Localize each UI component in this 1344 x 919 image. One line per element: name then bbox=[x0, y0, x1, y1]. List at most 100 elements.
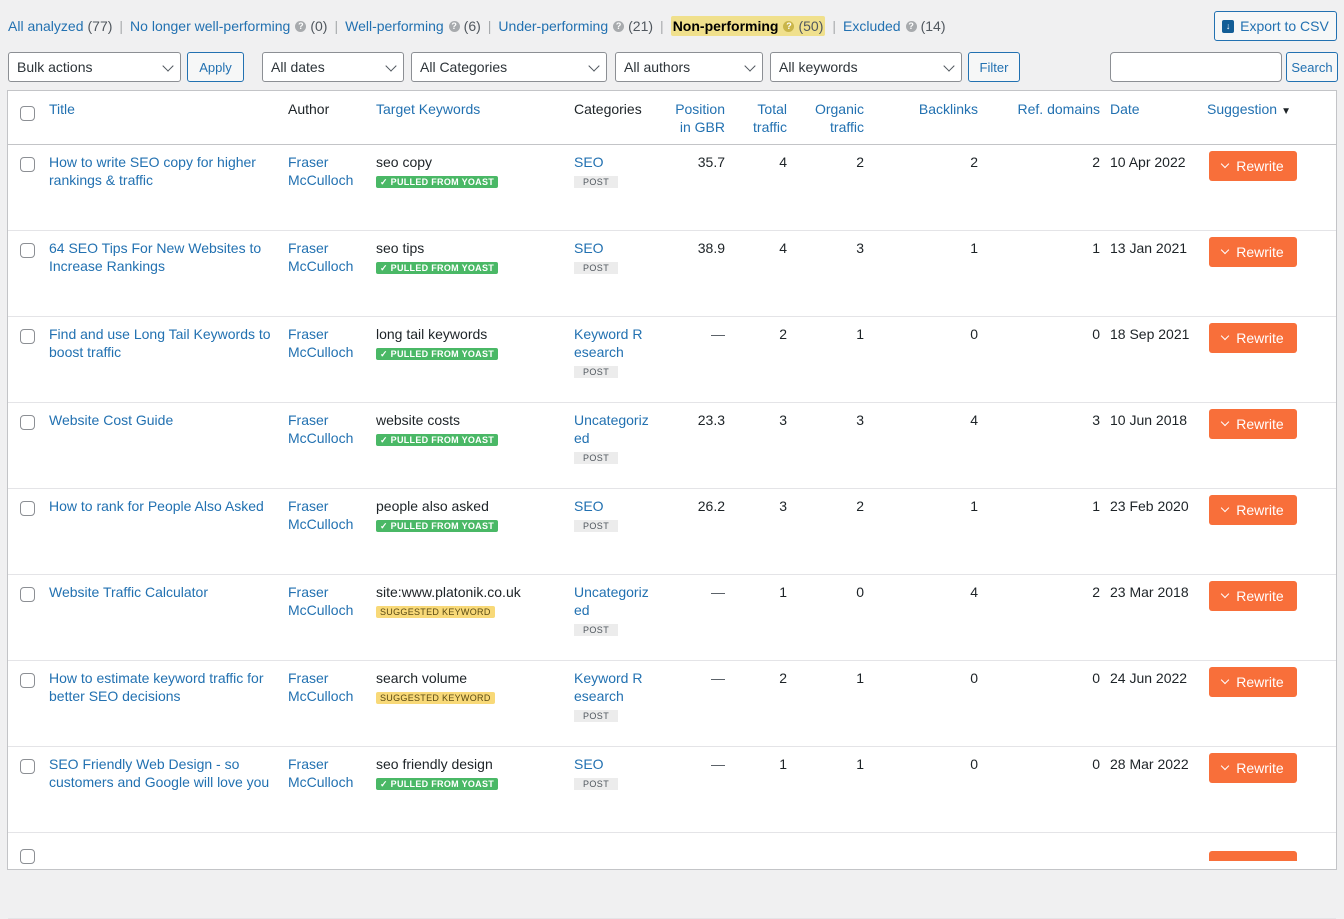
date-cell: 10 Jun 2018 bbox=[1100, 402, 1200, 488]
separator: | bbox=[487, 18, 492, 34]
category-cell: Keyword Research POST bbox=[574, 316, 650, 402]
help-icon[interactable]: ? bbox=[613, 20, 625, 32]
post-title-link[interactable]: How to write SEO copy for higher ranking… bbox=[49, 153, 288, 189]
column-suggestion[interactable]: Suggestion ▼ bbox=[1200, 91, 1336, 145]
category-link[interactable]: SEO bbox=[574, 497, 650, 515]
rewrite-button[interactable] bbox=[1209, 850, 1297, 861]
export-csv-button[interactable]: ↓ Export to CSV bbox=[1214, 11, 1337, 41]
keywords-select[interactable]: All keywords bbox=[770, 52, 962, 82]
status-filter-label: All analyzed bbox=[8, 18, 84, 34]
status-filter-non-performing[interactable]: Non-performing? (50) bbox=[670, 16, 826, 36]
rewrite-button[interactable]: Rewrite bbox=[1209, 408, 1297, 439]
column-organic-traffic[interactable]: Organic traffic bbox=[792, 91, 864, 145]
status-filter-under-performing[interactable]: Under-performing? (21) bbox=[498, 16, 653, 36]
rewrite-button[interactable]: Rewrite bbox=[1209, 752, 1297, 783]
author-link[interactable]: Fraser McCulloch bbox=[288, 584, 353, 618]
chevron-down-icon bbox=[1221, 503, 1230, 513]
help-icon[interactable]: ? bbox=[448, 20, 460, 32]
column-target-keywords[interactable]: Target Keywords bbox=[376, 91, 574, 145]
post-title-link[interactable]: 64 SEO Tips For New Websites to Increase… bbox=[49, 239, 288, 275]
categories-select[interactable]: All Categories bbox=[411, 52, 607, 82]
category-link[interactable]: Keyword Research bbox=[574, 325, 650, 361]
author-link[interactable]: Fraser McCulloch bbox=[288, 498, 353, 532]
row-checkbox[interactable] bbox=[20, 758, 35, 774]
author-cell: Fraser McCulloch bbox=[288, 488, 376, 574]
category-cell: Uncategorized POST bbox=[574, 574, 650, 660]
rewrite-label: Rewrite bbox=[1236, 243, 1284, 260]
rewrite-button[interactable]: Rewrite bbox=[1209, 322, 1297, 353]
author-link[interactable]: Fraser McCulloch bbox=[288, 670, 353, 704]
column-total-traffic[interactable]: Total traffic bbox=[726, 91, 792, 145]
column-position[interactable]: Position in GBR bbox=[650, 91, 726, 145]
post-title-link[interactable]: How to estimate keyword traffic for bett… bbox=[49, 669, 288, 705]
help-icon[interactable]: ? bbox=[783, 20, 795, 32]
search-input[interactable] bbox=[1110, 52, 1282, 82]
row-checkbox[interactable] bbox=[20, 848, 35, 864]
row-checkbox[interactable] bbox=[20, 242, 35, 258]
author-link[interactable]: Fraser McCulloch bbox=[288, 412, 353, 446]
post-title-link[interactable]: SEO Friendly Web Design - so customers a… bbox=[49, 755, 288, 791]
help-icon[interactable]: ? bbox=[905, 20, 917, 32]
search-button[interactable]: Search bbox=[1286, 52, 1338, 82]
post-title-link[interactable]: How to rank for People Also Asked bbox=[49, 497, 288, 515]
rewrite-button[interactable]: Rewrite bbox=[1209, 150, 1297, 181]
post-title-link[interactable]: Website Traffic Calculator bbox=[49, 583, 288, 601]
status-filter-count: (21) bbox=[628, 18, 654, 34]
rewrite-button[interactable]: Rewrite bbox=[1209, 666, 1297, 697]
category-link[interactable]: SEO bbox=[574, 755, 650, 773]
chevron-down-icon bbox=[1221, 675, 1230, 685]
category-link[interactable]: Uncategorized bbox=[574, 411, 650, 447]
column-backlinks[interactable]: Backlinks bbox=[864, 91, 980, 145]
row-checkbox[interactable] bbox=[20, 156, 35, 172]
column-author: Author bbox=[288, 91, 376, 145]
row-checkbox[interactable] bbox=[20, 586, 35, 602]
apply-button[interactable]: Apply bbox=[187, 52, 244, 82]
keyword-cell: people also asked ✓ PULLED FROM YOAST bbox=[376, 488, 574, 574]
ref-domains-value: 2 bbox=[1092, 583, 1100, 600]
export-csv-label: Export to CSV bbox=[1240, 18, 1329, 34]
post-title-link[interactable]: Website Cost Guide bbox=[49, 411, 288, 429]
author-link[interactable]: Fraser McCulloch bbox=[288, 756, 353, 790]
row-checkbox[interactable] bbox=[20, 328, 35, 344]
ref-domains-cell: 3 bbox=[980, 402, 1100, 488]
target-keyword: seo copy bbox=[376, 153, 433, 170]
status-filter-well-performing[interactable]: Well-performing? (6) bbox=[345, 16, 481, 36]
position-cell: — bbox=[650, 574, 726, 660]
column-position-line1: Position bbox=[675, 101, 725, 117]
post-type-tag: POST bbox=[574, 175, 619, 188]
help-icon[interactable]: ? bbox=[295, 20, 307, 32]
ref-domains-cell: 0 bbox=[980, 746, 1100, 832]
post-title-link[interactable]: Find and use Long Tail Keywords to boost… bbox=[49, 325, 288, 361]
filter-button[interactable]: Filter bbox=[968, 52, 1020, 82]
category-link[interactable]: SEO bbox=[574, 153, 650, 171]
column-title[interactable]: Title bbox=[49, 91, 288, 145]
rewrite-button[interactable]: Rewrite bbox=[1209, 236, 1297, 267]
row-checkbox[interactable] bbox=[20, 672, 35, 688]
keyword-cell: seo tips ✓ PULLED FROM YOAST bbox=[376, 230, 574, 316]
status-filter-all-analyzed[interactable]: All analyzed (77) bbox=[8, 16, 112, 36]
category-link[interactable]: Keyword Research bbox=[574, 669, 650, 705]
author-link[interactable]: Fraser McCulloch bbox=[288, 154, 353, 188]
category-link[interactable]: SEO bbox=[574, 239, 650, 257]
select-all-checkbox[interactable] bbox=[20, 106, 35, 121]
position-cell: — bbox=[650, 660, 726, 746]
organic-traffic-cell: 1 bbox=[792, 316, 864, 402]
rewrite-button[interactable]: Rewrite bbox=[1209, 494, 1297, 525]
bulk-actions-select[interactable]: Bulk actions bbox=[8, 52, 181, 82]
row-checkbox[interactable] bbox=[20, 414, 35, 430]
suggested-keyword-badge: SUGGESTED KEYWORD bbox=[376, 691, 495, 704]
authors-select[interactable]: All authors bbox=[615, 52, 763, 82]
column-ref-domains[interactable]: Ref. domains bbox=[980, 91, 1100, 145]
category-link[interactable]: Uncategorized bbox=[574, 583, 650, 619]
rewrite-button[interactable]: Rewrite bbox=[1209, 580, 1297, 611]
status-filter-excluded[interactable]: Excluded? (14) bbox=[843, 16, 946, 36]
author-link[interactable]: Fraser McCulloch bbox=[288, 240, 353, 274]
row-checkbox[interactable] bbox=[20, 500, 35, 516]
suggestion-cell: Rewrite bbox=[1200, 144, 1336, 230]
author-link[interactable]: Fraser McCulloch bbox=[288, 326, 353, 360]
column-date[interactable]: Date bbox=[1100, 91, 1200, 145]
ref-domains-value: 3 bbox=[1092, 411, 1100, 428]
post-type-tag: POST bbox=[574, 365, 619, 378]
status-filter-no-longer-well-performing[interactable]: No longer well-performing? (0) bbox=[130, 16, 327, 36]
dates-select[interactable]: All dates bbox=[262, 52, 404, 82]
